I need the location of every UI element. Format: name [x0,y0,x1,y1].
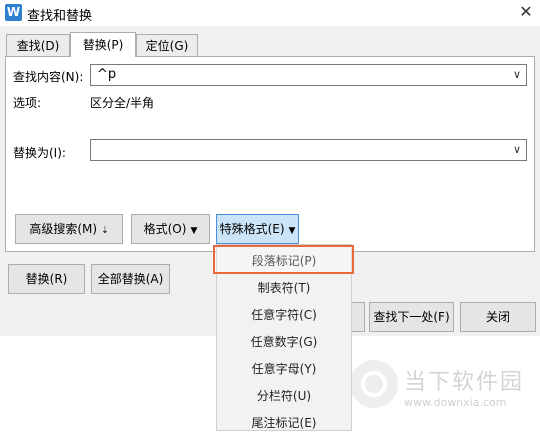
tab-find[interactable]: 查找(D) [6,34,70,56]
find-input[interactable]: ^p ∨ [90,64,527,86]
menu-item-column-break[interactable]: 分栏符(U) [217,384,351,408]
tab-replace[interactable]: 替换(P) [70,32,136,57]
special-format-button[interactable]: 特殊格式(E) ▼ [216,214,299,244]
menu-item-any-letter[interactable]: 任意字母(Y) [217,357,351,381]
close-window-button[interactable]: ✕ [514,0,538,24]
menu-item-any-digit[interactable]: 任意数字(G) [217,330,351,354]
expand-icon: ⇣ [101,226,109,236]
caret-down-icon: ▼ [288,226,296,236]
options-label: 选项: [13,96,42,110]
tab-goto[interactable]: 定位(G) [136,34,198,56]
watermark-text: 当下软件园 [404,370,525,395]
format-label: 格式(O) [143,222,187,236]
replace-all-button[interactable]: 全部替换(A) [91,264,170,294]
menu-item-tab-character[interactable]: 制表符(T) [217,276,351,300]
replace-input[interactable]: ∨ [90,139,527,161]
caret-down-icon: ▼ [190,226,198,236]
menu-item-endnote-mark[interactable]: 尾注标记(E) [217,411,351,435]
window-title: 查找和替换 [27,9,93,24]
advanced-search-label: 高级搜索(M) [29,222,98,236]
special-format-label: 特殊格式(E) [219,222,285,236]
chevron-down-icon[interactable]: ∨ [513,68,521,81]
find-next-button[interactable]: 查找下一处(F) [369,302,454,332]
watermark-logo-ring-icon [361,371,387,397]
watermark-url: www.downxia.com [404,396,507,409]
advanced-search-button[interactable]: 高级搜索(M) ⇣ [15,214,123,244]
close-button[interactable]: 关闭 [460,302,536,332]
highlight-annotation-box [213,245,354,274]
find-input-value: ^p [97,67,117,82]
options-value: 区分全/半角 [90,96,155,110]
menu-item-any-character[interactable]: 任意字符(C) [217,303,351,327]
format-button[interactable]: 格式(O) ▼ [131,214,210,244]
wps-writer-app-icon: W [5,4,22,21]
chevron-down-icon[interactable]: ∨ [513,143,521,156]
replace-button[interactable]: 替换(R) [8,264,85,294]
find-label: 查找内容(N): [13,70,84,84]
replace-label: 替换为(I): [13,146,66,160]
